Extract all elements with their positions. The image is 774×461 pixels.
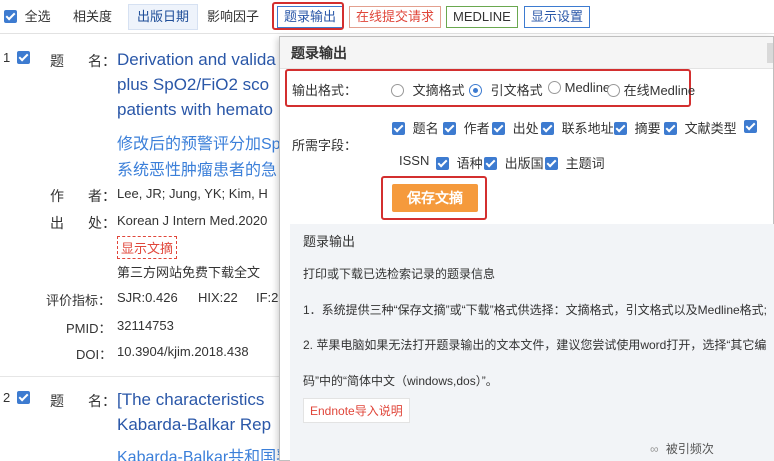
checkbox-checked-icon <box>443 122 456 135</box>
sort-pubdate-tab[interactable]: 出版日期 <box>128 4 199 30</box>
format-option-label: Medline <box>564 80 611 95</box>
source-label: 出 <box>50 215 64 231</box>
checkbox-checked-icon <box>664 122 677 135</box>
format-option-label: 引文格式 <box>490 83 543 98</box>
field-checkbox-author[interactable]: 作者 <box>443 118 490 137</box>
if-value: IF:2 <box>256 290 279 305</box>
record-number: 2 <box>3 390 11 405</box>
link-icon: ∞ <box>650 442 659 456</box>
doi-label: DOI： <box>76 347 113 362</box>
hix-value: HIX:22 <box>198 290 238 305</box>
format-option-abstract[interactable]: 文摘格式 <box>391 80 465 99</box>
title-label: 题 <box>50 393 64 409</box>
author-label-suffix: 者： <box>88 188 116 204</box>
select-all-checkbox[interactable]: 全选 <box>4 6 51 28</box>
export-highlight <box>272 2 344 30</box>
record-title-cn-line2[interactable]: 系统恶性肿瘤患者的急 <box>117 156 277 180</box>
field-checkbox-language[interactable]: 语种 <box>436 153 483 172</box>
radio-icon <box>607 84 620 97</box>
record-checkbox[interactable] <box>17 391 30 404</box>
field-checkbox-doctype[interactable]: 文献类型 <box>664 118 737 137</box>
field-label: 文献类型 <box>684 121 737 136</box>
metrics-label: 评价指标： <box>46 293 112 308</box>
format-option-online-medline[interactable]: 在线Medline <box>607 80 695 99</box>
results-toolbar: 全选 相关度 出版日期 影响因子 题录输出 在线提交请求 MEDLINE 显示设… <box>0 0 774 34</box>
field-checkbox-mesh[interactable]: 主题词 <box>545 153 605 172</box>
checkbox-checked-icon <box>436 157 449 170</box>
field-checkbox-country[interactable]: 出版国 <box>484 153 544 172</box>
field-label: 主题词 <box>565 156 605 171</box>
source-label-suffix: 处： <box>88 215 116 231</box>
pmid-label: PMID： <box>66 321 112 336</box>
fields-label: 所需字段： <box>292 138 358 153</box>
record-title-en-line1[interactable]: [The characteristics <box>117 390 264 410</box>
info-line-4: 码”中的“简体中文（windows,dos）”。 <box>303 374 498 388</box>
radio-icon <box>548 81 561 94</box>
record-title-en-line2[interactable]: Kabarda-Balkar Rep <box>117 415 271 435</box>
info-line-1: 打印或下载已选检索记录的题录信息 <box>303 267 496 281</box>
checkbox-checked-icon <box>4 10 17 23</box>
field-label: 题名 <box>412 121 439 136</box>
radio-icon <box>391 84 404 97</box>
record-title-en-line3[interactable]: patients with hemato <box>117 100 273 120</box>
sjr-value: SJR:0.426 <box>117 290 178 305</box>
checkbox-checked-icon <box>545 157 558 170</box>
checkbox-checked-icon <box>392 122 405 135</box>
field-issn-label: ISSN <box>399 153 430 168</box>
field-label: 摘要 <box>634 121 661 136</box>
record-divider <box>0 376 290 377</box>
format-option-label: 在线Medline <box>623 83 696 98</box>
format-option-label: 文摘格式 <box>412 83 465 98</box>
checkbox-checked-icon <box>541 122 554 135</box>
checkbox-checked-icon <box>492 122 505 135</box>
record-checkbox[interactable] <box>17 51 30 64</box>
field-checkbox-title[interactable]: 题名 <box>392 118 439 137</box>
field-checkbox-address[interactable]: 联系地址 <box>541 118 614 137</box>
info-line-3: 2. 苹果电脑如果无法打开题录输出的文本文件，建议您尝试使用word打开，选择“… <box>303 338 767 352</box>
format-label: 输出格式： <box>292 83 358 98</box>
format-option-citation[interactable]: 引文格式 <box>469 80 543 99</box>
dialog-title: 题录输出 <box>280 37 773 69</box>
show-abstract-link[interactable]: 显示文摘 <box>117 236 178 259</box>
field-label: 出版国 <box>504 156 544 171</box>
select-all-label: 全选 <box>24 9 51 24</box>
title-label-suffix: 名： <box>88 53 116 69</box>
record-title-en-line2[interactable]: plus SpO2/FiO2 sco <box>117 75 269 95</box>
record-source: Korean J Intern Med.2020 <box>117 213 268 228</box>
endnote-guide-button[interactable]: Endnote导入说明 <box>303 398 410 423</box>
radio-selected-icon <box>469 84 482 97</box>
record-number: 1 <box>3 50 11 65</box>
sort-relevance-tab[interactable]: 相关度 <box>73 6 112 28</box>
dialog-scroll-handle[interactable] <box>767 43 773 63</box>
format-option-medline[interactable]: Medline <box>548 80 610 95</box>
info-line-2: 1．系统提供三种“保存文摘”或“下载”格式供选择：文摘格式，引文格式以及Medl… <box>303 303 768 317</box>
checkbox-checked-icon <box>484 157 497 170</box>
save-abstract-button[interactable]: 保存文摘 <box>392 184 478 212</box>
record-authors: Lee, JR; Jung, YK; Kim, H <box>117 186 268 201</box>
field-checkbox-abstract[interactable]: 摘要 <box>614 118 661 137</box>
free-download-link[interactable]: 第三方网站免费下载全文 <box>117 262 260 281</box>
display-settings-button[interactable]: 显示设置 <box>524 6 591 28</box>
field-checkbox-extra[interactable] <box>744 120 757 133</box>
record-title-cn-line1[interactable]: 修改后的预警评分加Sp <box>117 130 281 154</box>
checkbox-checked-icon <box>614 122 627 135</box>
info-heading: 题录输出 <box>303 234 356 249</box>
cite-frequency-label: 被引频次 <box>665 442 714 456</box>
doi-value[interactable]: 10.3904/kjim.2018.438 <box>117 344 249 359</box>
author-label: 作 <box>50 188 64 204</box>
field-checkbox-source[interactable]: 出处 <box>492 118 539 137</box>
field-label: 作者 <box>463 121 490 136</box>
field-label: 语种 <box>456 156 483 171</box>
cite-frequency-sort[interactable]: ∞ 被引频次 <box>650 440 714 457</box>
medline-button[interactable]: MEDLINE <box>446 6 518 28</box>
pmid-value[interactable]: 32114753 <box>117 318 174 333</box>
online-request-button[interactable]: 在线提交请求 <box>349 6 442 28</box>
sort-impact-tab[interactable]: 影响因子 <box>207 6 259 28</box>
title-label-suffix: 名： <box>88 393 116 409</box>
field-label: 出处 <box>512 121 539 136</box>
title-label: 题 <box>50 53 64 69</box>
record-title-en-line1[interactable]: Derivation and valida <box>117 50 276 70</box>
field-label: 联系地址 <box>561 121 614 136</box>
